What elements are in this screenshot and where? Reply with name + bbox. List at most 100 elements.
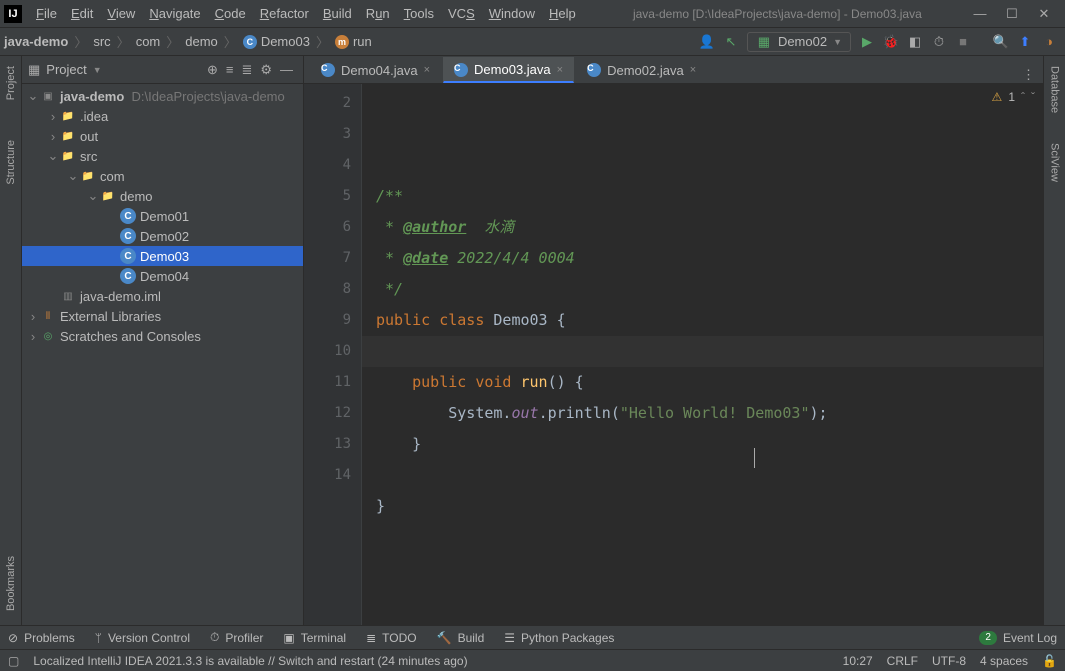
tool-event-log[interactable]: 2Event Log: [979, 631, 1057, 645]
folder-icon: 📁: [60, 128, 76, 144]
tree-com[interactable]: ⌄📁com: [22, 166, 303, 186]
tool-bookmarks-tab[interactable]: Bookmarks: [3, 550, 19, 617]
breadcrumb: java-demo 〉 src 〉 com 〉 demo 〉 CDemo03 〉…: [0, 32, 699, 51]
menu-refactor[interactable]: Refactor: [254, 4, 315, 23]
tree-file-demo03[interactable]: CDemo03: [22, 246, 303, 266]
sync-icon[interactable]: ⬆: [1017, 34, 1033, 50]
crumb-com[interactable]: com: [136, 34, 161, 49]
left-tool-stripe: Project Structure Bookmarks: [0, 56, 22, 625]
tool-project-tab[interactable]: Project: [3, 60, 19, 106]
crumb-src[interactable]: src: [93, 34, 110, 49]
search-everywhere-icon[interactable]: 🔍: [993, 34, 1009, 50]
line-separator[interactable]: CRLF: [887, 654, 918, 668]
menu-vcs[interactable]: VCS: [442, 4, 481, 23]
maximize-button[interactable]: ☐: [1005, 6, 1019, 22]
window-controls: — ☐ ✕: [973, 6, 1061, 22]
menu-file[interactable]: File: [30, 4, 63, 23]
menu-navigate[interactable]: Navigate: [143, 4, 206, 23]
module-icon: ▣: [40, 88, 56, 104]
menu-build[interactable]: Build: [317, 4, 358, 23]
hide-icon[interactable]: —: [276, 62, 297, 77]
stop-button[interactable]: ■: [955, 34, 971, 50]
readonly-toggle-icon[interactable]: 🔓: [1042, 654, 1057, 668]
crumb-method[interactable]: mrun: [335, 34, 372, 50]
settings-icon[interactable]: ⚙: [256, 62, 276, 78]
prev-highlight-icon[interactable]: ˆ: [1021, 90, 1025, 104]
tree-iml[interactable]: ▥java-demo.iml: [22, 286, 303, 306]
tree-file-demo02[interactable]: CDemo02: [22, 226, 303, 246]
editor-tab-demo04[interactable]: C Demo04.java ×: [310, 57, 441, 83]
status-message[interactable]: Localized IntelliJ IDEA 2021.3.3 is avai…: [33, 654, 467, 668]
class-icon: C: [454, 63, 468, 77]
package-icon: 📁: [80, 168, 96, 184]
tree-external-libs[interactable]: ›⫴External Libraries: [22, 306, 303, 326]
inspection-widget[interactable]: ⚠ 1 ˆ ˇ: [992, 90, 1035, 104]
tool-todo[interactable]: ≣TODO: [366, 631, 417, 645]
title-bar: IJ File Edit View Navigate Code Refactor…: [0, 0, 1065, 28]
collapse-all-icon[interactable]: ≣: [237, 62, 256, 78]
crumb-class[interactable]: CDemo03: [243, 34, 310, 50]
menu-help[interactable]: Help: [543, 4, 582, 23]
add-user-icon[interactable]: 👤: [699, 34, 715, 50]
caret-position[interactable]: 10:27: [843, 654, 873, 668]
indent-settings[interactable]: 4 spaces: [980, 654, 1028, 668]
tool-vcs[interactable]: ᛘVersion Control: [95, 631, 190, 645]
tree-scratches[interactable]: ›◎Scratches and Consoles: [22, 326, 303, 346]
run-config-dropdown[interactable]: ▦ Demo02 ▼: [747, 32, 851, 52]
tool-build[interactable]: 🔨Build: [437, 631, 485, 645]
code-content[interactable]: /** * @author 水滴 * @date 2022/4/4 0004 *…: [362, 84, 1043, 625]
menu-tools[interactable]: Tools: [398, 4, 440, 23]
tree-file-demo04[interactable]: CDemo04: [22, 266, 303, 286]
scratches-icon: ◎: [40, 328, 56, 344]
crumb-project[interactable]: java-demo: [4, 34, 68, 49]
profile-button[interactable]: ⏱: [931, 34, 947, 50]
app-logo: IJ: [4, 5, 22, 23]
warning-icon: ⚠: [992, 90, 1003, 104]
run-config-label: Demo02: [778, 34, 827, 49]
tool-windows-toggle[interactable]: ▢: [8, 654, 19, 668]
minimize-button[interactable]: —: [973, 6, 987, 22]
main-area: Project Structure Bookmarks ▦ Project ▼ …: [0, 56, 1065, 625]
close-tab-icon[interactable]: ×: [424, 64, 430, 76]
menu-view[interactable]: View: [101, 4, 141, 23]
menu-code[interactable]: Code: [209, 4, 252, 23]
close-tab-icon[interactable]: ×: [690, 64, 696, 76]
menu-edit[interactable]: Edit: [65, 4, 99, 23]
menu-run[interactable]: Run: [360, 4, 396, 23]
editor-tab-demo02[interactable]: C Demo02.java ×: [576, 57, 707, 83]
select-opened-file-icon[interactable]: ⊕: [203, 62, 222, 78]
source-folder-icon: 📁: [60, 148, 76, 164]
menu-window[interactable]: Window: [483, 4, 541, 23]
back-arrow-icon[interactable]: ↖: [723, 34, 739, 50]
bottom-tool-stripe: ⊘Problems ᛘVersion Control ⏱Profiler ▣Te…: [0, 625, 1065, 649]
editor-tabs-menu[interactable]: ⋮: [1014, 67, 1043, 83]
editor-tab-demo03[interactable]: C Demo03.java ×: [443, 57, 574, 83]
tree-src[interactable]: ⌄📁src: [22, 146, 303, 166]
tool-terminal[interactable]: ▣Terminal: [283, 631, 346, 645]
debug-button[interactable]: 🐞: [883, 34, 899, 50]
expand-all-icon[interactable]: ≡: [222, 62, 238, 77]
tool-sciview-tab[interactable]: SciView: [1047, 137, 1063, 188]
next-highlight-icon[interactable]: ˇ: [1031, 90, 1035, 104]
tree-root[interactable]: ⌄▣ java-demo D:\IdeaProjects\java-demo: [22, 86, 303, 106]
file-encoding[interactable]: UTF-8: [932, 654, 966, 668]
tool-problems[interactable]: ⊘Problems: [8, 631, 75, 645]
code-editor[interactable]: 2345 6789 10111213 14 /** * @author 水滴 *…: [304, 84, 1043, 625]
crumb-demo[interactable]: demo: [185, 34, 218, 49]
close-tab-icon[interactable]: ×: [557, 64, 563, 76]
tool-profiler[interactable]: ⏱Profiler: [210, 630, 263, 645]
close-button[interactable]: ✕: [1037, 6, 1051, 22]
tree-file-demo01[interactable]: CDemo01: [22, 206, 303, 226]
project-view-selector[interactable]: ▦ Project ▼: [28, 62, 102, 78]
tool-structure-tab[interactable]: Structure: [3, 134, 19, 191]
run-button[interactable]: ▶: [859, 34, 875, 50]
tool-database-tab[interactable]: Database: [1047, 60, 1063, 119]
coverage-button[interactable]: ◧: [907, 34, 923, 50]
tool-python-packages[interactable]: ☰Python Packages: [504, 631, 614, 645]
project-tree: ⌄▣ java-demo D:\IdeaProjects\java-demo ›…: [22, 84, 303, 625]
tree-idea[interactable]: ›📁.idea: [22, 106, 303, 126]
ide-update-icon[interactable]: ◑: [1041, 34, 1057, 50]
tree-demo[interactable]: ⌄📁demo: [22, 186, 303, 206]
tree-out[interactable]: ›📁out: [22, 126, 303, 146]
chevron-down-icon: ▼: [93, 65, 102, 75]
